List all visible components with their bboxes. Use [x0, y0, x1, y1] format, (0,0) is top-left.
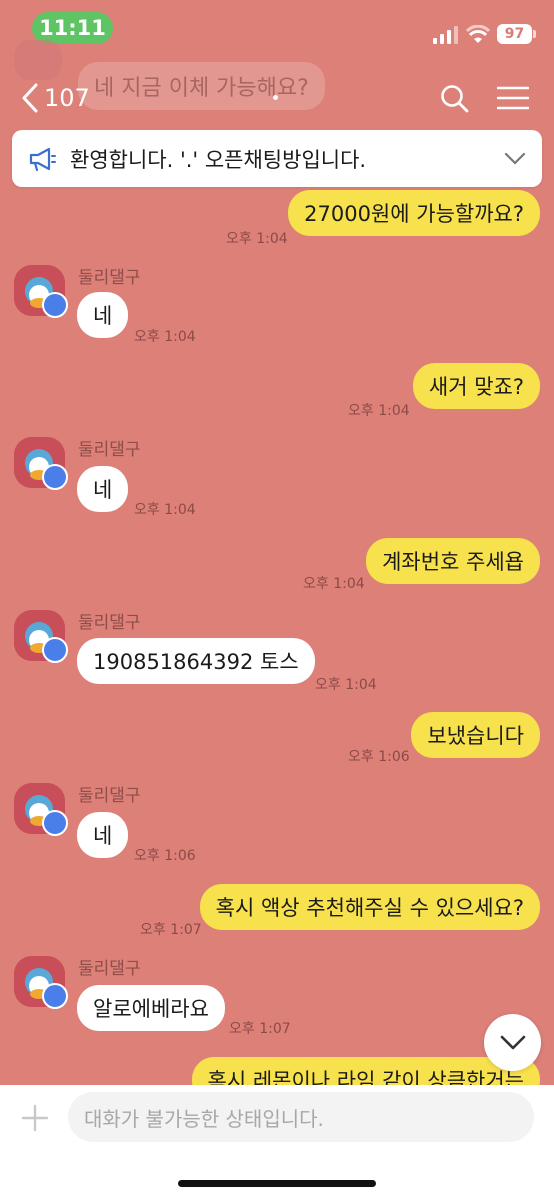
ghost-message: 네 지금 이체 가능해요? — [78, 62, 325, 110]
message-time: 오후 1:06 — [348, 749, 410, 765]
chevron-left-icon — [22, 83, 38, 113]
avatar[interactable] — [14, 265, 68, 318]
battery-indicator: 97 — [497, 24, 532, 44]
my-message-bubble: 계좌번호 주세욥 — [366, 538, 540, 584]
message-time: 오후 1:04 — [348, 403, 410, 419]
header-dot — [273, 95, 278, 100]
message-time: 오후 1:04 — [134, 502, 196, 518]
unread-count: 107 — [44, 84, 90, 112]
sender-name: 둘리댈구 — [78, 786, 141, 806]
plus-icon[interactable] — [21, 1104, 49, 1132]
sender-name: 둘리댈구 — [78, 268, 141, 288]
ghost-avatar — [14, 40, 62, 80]
their-message-bubble: 네 — [77, 466, 129, 512]
message-time: 오후 1:07 — [229, 1021, 291, 1037]
sender-name: 둘리댈구 — [78, 440, 141, 460]
crown-badge-icon — [42, 292, 68, 318]
message-input[interactable]: 대화가 불가능한 상태입니다. — [68, 1092, 534, 1142]
their-message-bubble: 네 — [77, 812, 129, 858]
megaphone-icon — [29, 147, 56, 171]
chevron-down-icon — [500, 1035, 525, 1049]
avatar[interactable] — [14, 437, 68, 490]
sender-name: 둘리댈구 — [78, 959, 141, 979]
message-time: 오후 1:04 — [315, 677, 377, 693]
crown-badge-icon — [42, 464, 68, 490]
back-button[interactable]: 107 — [20, 80, 90, 116]
sender-name: 둘리댈구 — [78, 613, 141, 633]
avatar[interactable] — [14, 610, 68, 663]
home-indicator — [178, 1180, 376, 1187]
avatar[interactable] — [14, 783, 68, 836]
my-message-bubble: 27000원에 가능할까요? — [288, 190, 540, 236]
search-icon[interactable] — [440, 84, 470, 114]
crown-badge-icon — [42, 810, 68, 836]
message-time: 오후 1:07 — [140, 922, 202, 938]
scroll-to-bottom-button[interactable] — [484, 1014, 541, 1071]
their-message-bubble: 네 — [77, 292, 129, 338]
my-message-bubble: 혹시 액상 추천해주실 수 있으세요? — [199, 884, 540, 930]
message-time: 오후 1:04 — [303, 576, 365, 592]
notice-text: 환영합니다. '.' 오픈채팅방입니다. — [70, 147, 367, 172]
message-time: 오후 1:06 — [134, 848, 196, 864]
their-message-bubble: 190851864392 토스 — [77, 638, 315, 684]
crown-badge-icon — [42, 637, 68, 663]
their-message-bubble: 알로에베라요 — [77, 985, 225, 1031]
avatar[interactable] — [14, 956, 68, 1009]
message-time: 오후 1:04 — [134, 329, 196, 345]
cellular-signal-icon — [433, 26, 458, 44]
crown-badge-icon — [42, 983, 68, 1009]
wifi-icon — [466, 25, 490, 43]
battery-tip — [533, 30, 536, 38]
message-time: 오후 1:04 — [226, 231, 288, 247]
my-message-bubble: 새거 맞죠? — [412, 363, 540, 409]
my-message-bubble: 보냈습니다 — [411, 712, 540, 758]
chevron-down-icon[interactable] — [504, 152, 526, 166]
hamburger-menu-icon[interactable] — [497, 86, 529, 110]
notice-banner[interactable]: 환영합니다. '.' 오픈채팅방입니다. — [12, 130, 542, 187]
